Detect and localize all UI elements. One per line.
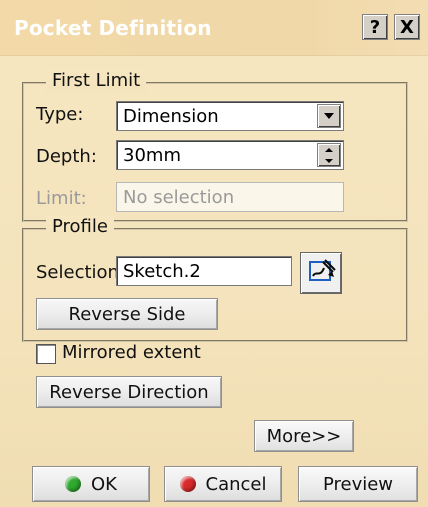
type-label: Type: <box>36 104 84 125</box>
help-button[interactable]: ? <box>362 14 388 40</box>
reverse-direction-button[interactable]: Reverse Direction <box>36 376 222 408</box>
preview-button[interactable]: Preview <box>298 466 418 502</box>
limit-value: No selection <box>123 186 235 208</box>
type-combo[interactable]: Dimension <box>116 101 344 131</box>
window-title: Pocket Definition <box>14 16 212 40</box>
profile-selection-field[interactable]: Sketch.2 <box>116 256 292 286</box>
cancel-button[interactable]: Cancel <box>164 466 282 502</box>
close-button[interactable]: X <box>394 14 420 40</box>
depth-input[interactable]: 30mm <box>116 140 344 170</box>
cancel-label: Cancel <box>205 473 267 495</box>
pocket-definition-dialog: Pocket Definition ? X First Limit Type: … <box>0 0 428 507</box>
sketcher-button[interactable] <box>300 252 342 294</box>
red-dot-icon <box>179 476 196 492</box>
more-button[interactable]: More>> <box>254 420 354 452</box>
sketcher-icon <box>306 256 336 290</box>
reverse-side-label: Reverse Side <box>68 303 186 325</box>
profile-selection-value: Sketch.2 <box>123 260 201 282</box>
type-value: Dimension <box>123 105 219 127</box>
title-bar[interactable]: Pocket Definition ? X <box>0 0 428 56</box>
reverse-direction-label: Reverse Direction <box>49 381 209 403</box>
mirrored-extent-label: Mirrored extent <box>62 342 201 363</box>
profile-label: Profile <box>46 216 114 237</box>
limit-selection-field: No selection <box>116 182 344 212</box>
depth-value: 30mm <box>123 144 181 166</box>
spinner-up-arrow[interactable] <box>318 144 340 155</box>
selection-label: Selection: <box>36 262 126 283</box>
reverse-side-button[interactable]: Reverse Side <box>36 298 218 330</box>
chevron-down-icon[interactable] <box>317 104 341 128</box>
mirrored-extent-checkbox[interactable] <box>36 344 56 364</box>
first-limit-label: First Limit <box>46 70 147 91</box>
ok-label: OK <box>91 473 117 495</box>
close-icon: X <box>400 16 414 38</box>
ok-button[interactable]: OK <box>32 466 150 502</box>
preview-label: Preview <box>322 473 394 495</box>
spinner-down-arrow[interactable] <box>318 155 340 166</box>
more-label: More>> <box>266 425 342 447</box>
help-icon: ? <box>369 16 381 38</box>
spinner-updown-icon[interactable] <box>317 143 341 167</box>
green-dot-icon <box>65 476 81 492</box>
depth-label: Depth: <box>36 146 97 167</box>
limit-label: Limit: <box>36 188 87 209</box>
